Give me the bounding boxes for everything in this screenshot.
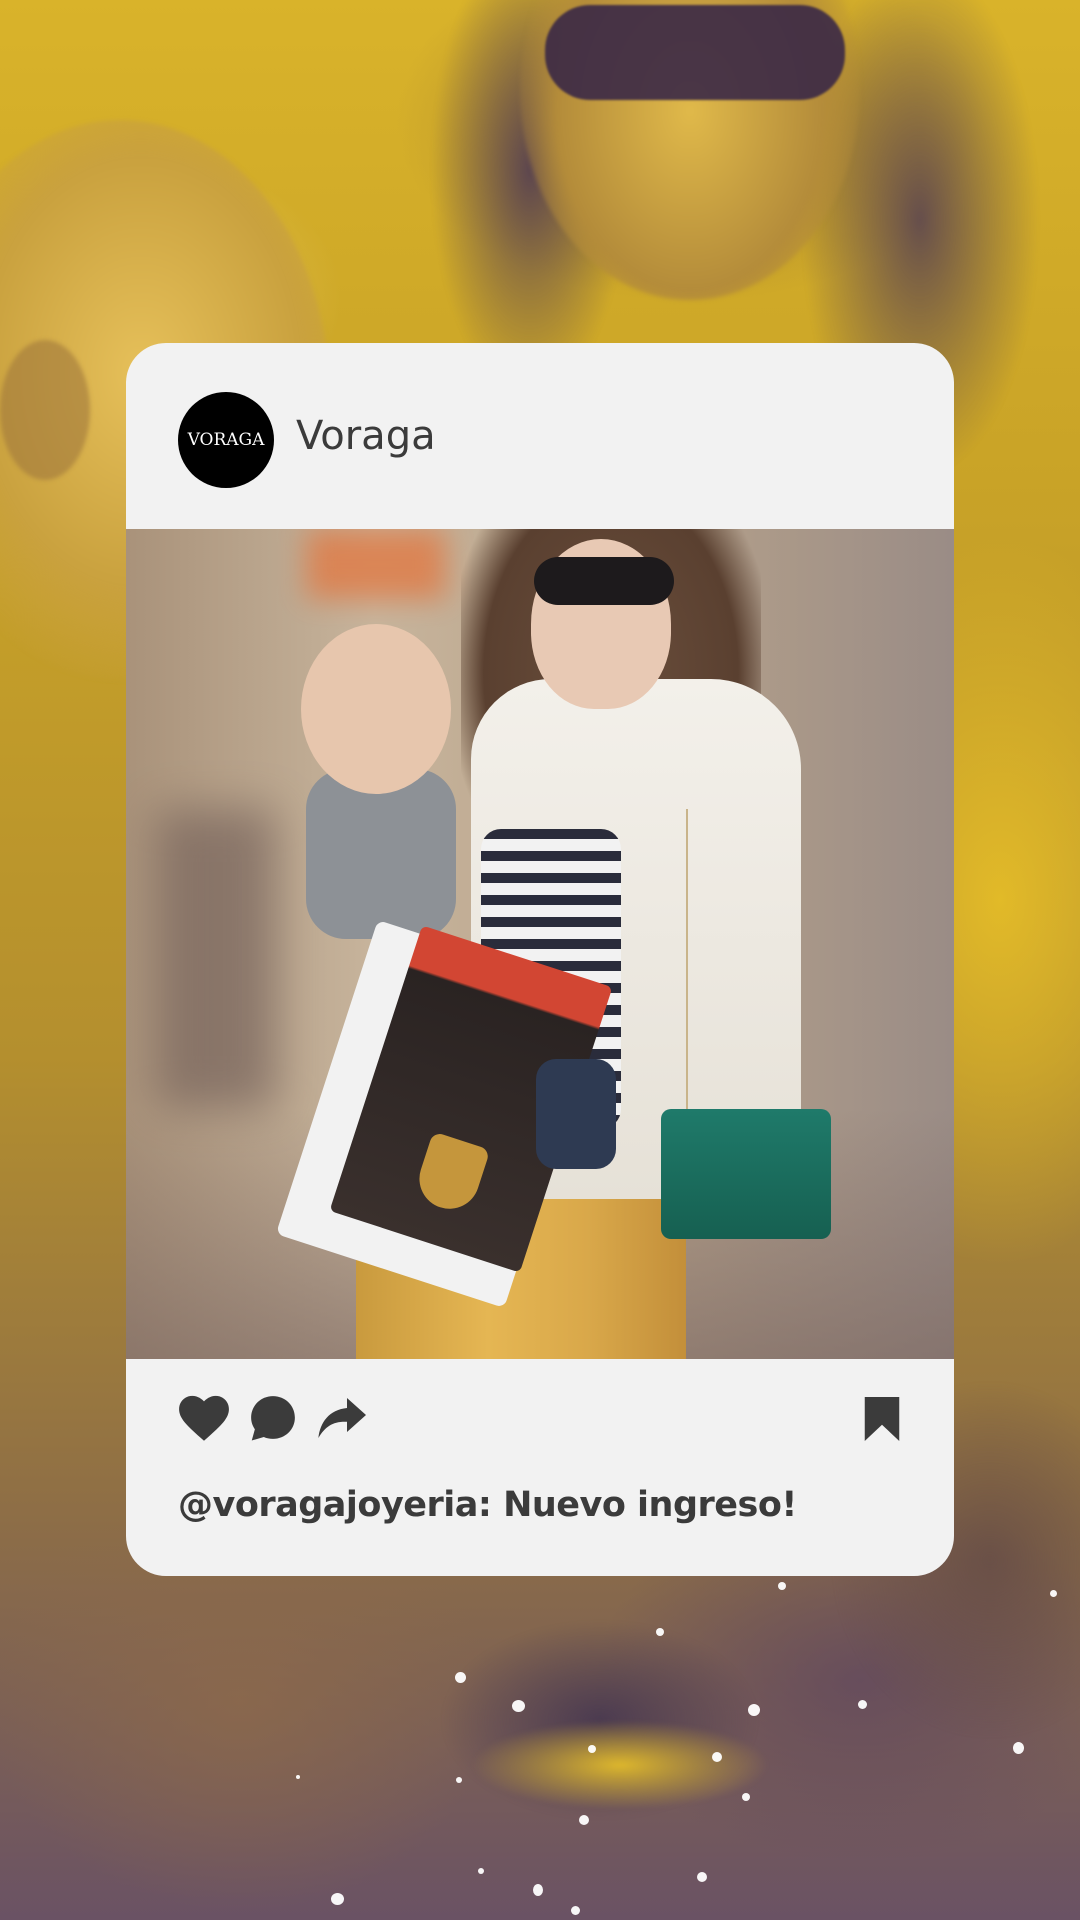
photo-baby-shoe <box>536 1059 616 1169</box>
post-header: VORAGA Voraga <box>126 343 954 529</box>
post-card: VORAGA Voraga @voragajoyeria: Nuevo ingr… <box>126 343 954 1576</box>
sparkle-dot <box>571 1906 580 1915</box>
background-baby-ear <box>0 340 90 480</box>
photo-baby-head <box>301 624 451 794</box>
sparkle-dot <box>456 1777 462 1783</box>
photo-background-light <box>306 529 446 599</box>
sparkle-dot <box>1050 1590 1057 1597</box>
account-name[interactable]: Voraga <box>296 413 436 459</box>
post-actions <box>126 1359 954 1469</box>
sparkle-dot <box>742 1793 750 1801</box>
share-icon[interactable] <box>316 1395 368 1441</box>
photo-sunglasses <box>534 557 674 605</box>
background-sneaker-sole <box>470 1720 770 1810</box>
sparkle-dot <box>296 1775 300 1779</box>
bookmark-icon[interactable] <box>862 1396 902 1442</box>
sparkle-dot <box>588 1745 596 1753</box>
sparkle-dot <box>512 1700 525 1712</box>
sparkle-dot <box>778 1582 786 1590</box>
heart-icon[interactable] <box>178 1394 230 1442</box>
sparkle-dot <box>697 1872 707 1882</box>
photo-background-shadow <box>156 809 276 1109</box>
sparkle-dot <box>455 1672 466 1683</box>
avatar-logo-text: VORAGA <box>187 430 265 450</box>
sparkle-dot <box>656 1628 664 1636</box>
photo-green-handbag <box>661 1109 831 1239</box>
sparkle-dot <box>748 1704 760 1716</box>
sparkle-dot <box>858 1700 867 1709</box>
post-photo[interactable] <box>126 529 954 1359</box>
sparkle-dot <box>331 1893 344 1905</box>
sparkle-dot <box>579 1815 589 1825</box>
photo-baby-body <box>306 769 456 939</box>
background-sunglasses <box>545 5 845 100</box>
comment-icon[interactable] <box>248 1393 298 1443</box>
sparkle-dot <box>712 1752 722 1762</box>
sparkle-dot <box>478 1868 484 1874</box>
sparkle-dot <box>533 1884 543 1896</box>
avatar[interactable]: VORAGA <box>178 392 274 488</box>
post-caption: @voragajoyeria: Nuevo ingreso! <box>178 1485 797 1525</box>
photo-bag-strap <box>686 809 688 1119</box>
story-background: VORAGA Voraga @voragajoyeria: Nuevo ingr… <box>0 0 1080 1920</box>
sparkle-dot <box>1013 1742 1024 1754</box>
